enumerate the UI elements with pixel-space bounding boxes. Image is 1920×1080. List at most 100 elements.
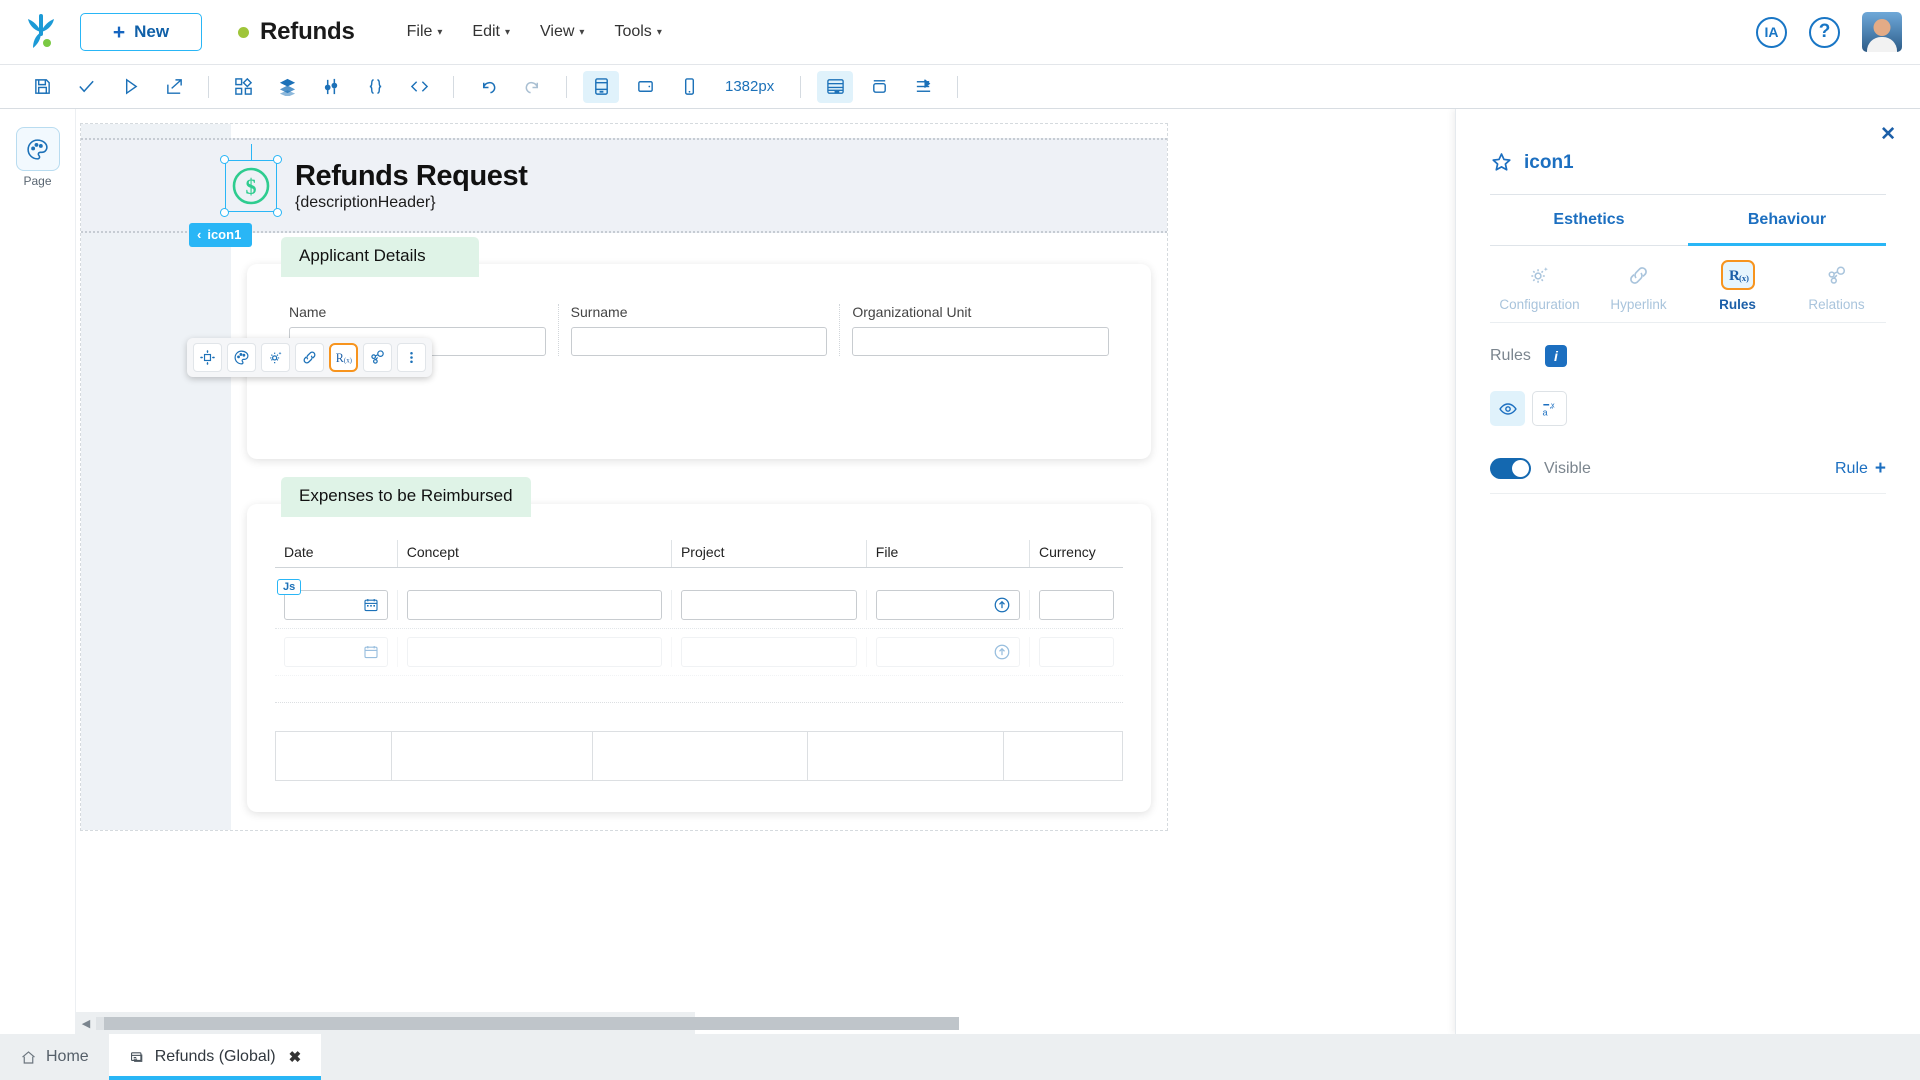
- info-icon[interactable]: i: [1544, 345, 1567, 367]
- chevron-down-icon: ▾: [505, 26, 511, 38]
- subtab-label: Configuration: [1499, 297, 1580, 312]
- cell-project[interactable]: [672, 590, 867, 620]
- currency-input[interactable]: [1038, 637, 1114, 667]
- new-button[interactable]: + New: [80, 13, 202, 51]
- expression-braces-icon[interactable]: [357, 71, 393, 103]
- relations-icon[interactable]: [363, 343, 392, 372]
- layers-stack-icon[interactable]: [269, 71, 305, 103]
- deploy-export-icon[interactable]: [156, 71, 192, 103]
- summary-cell[interactable]: [275, 731, 391, 781]
- desktop-view-icon[interactable]: [583, 70, 619, 103]
- settings-gear-icon[interactable]: [261, 343, 290, 372]
- surname-input[interactable]: [570, 327, 828, 356]
- help-button[interactable]: ?: [1809, 16, 1840, 48]
- app-logo-icon[interactable]: [18, 9, 64, 55]
- summary-cell[interactable]: [1002, 731, 1123, 781]
- run-play-icon[interactable]: [112, 71, 148, 103]
- palette-icon[interactable]: [227, 343, 256, 372]
- eye-visibility-icon[interactable]: [1490, 391, 1525, 426]
- summary-cell[interactable]: [390, 731, 593, 781]
- form-header-band: $ Refunds Request {descriptionHeader} ‹: [81, 138, 1167, 247]
- data-model-icon[interactable]: [313, 71, 349, 103]
- cell-file[interactable]: [867, 637, 1030, 667]
- cell-file[interactable]: [867, 590, 1030, 620]
- rules-rx-icon[interactable]: R (x): [329, 343, 358, 372]
- file-upload-input[interactable]: [875, 637, 1020, 667]
- subtab-label: Rules: [1719, 297, 1756, 312]
- resize-handle[interactable]: [273, 154, 282, 164]
- validate-check-icon[interactable]: [68, 71, 104, 103]
- menu-tools[interactable]: Tools ▾: [614, 23, 661, 41]
- section-title-pill: Expenses to be Reimbursed: [281, 477, 531, 517]
- resize-handle[interactable]: [220, 154, 229, 164]
- plus-icon: +: [1874, 458, 1886, 479]
- currency-input[interactable]: [1038, 590, 1114, 620]
- container-icon[interactable]: [861, 71, 897, 103]
- viewport-size-label[interactable]: 1382px: [725, 78, 774, 95]
- subtab-hyperlink[interactable]: Hyperlink: [1589, 260, 1688, 312]
- avatar[interactable]: [1862, 12, 1902, 52]
- more-options-icon[interactable]: [397, 343, 426, 372]
- selection-breadcrumb-badge[interactable]: ‹ icon1: [189, 223, 253, 247]
- cell-project[interactable]: [672, 637, 867, 667]
- tab-behaviour[interactable]: Behaviour: [1688, 195, 1886, 246]
- resize-handle[interactable]: [273, 207, 282, 217]
- form-header-text: Refunds Request {descriptionHeader}: [295, 160, 528, 212]
- properties-panel: ✕ icon1 Esthetics Behaviour Configuratio…: [1455, 109, 1920, 1034]
- js-script-badge[interactable]: Js: [277, 579, 302, 595]
- add-rule-label: Rule: [1834, 459, 1868, 477]
- resize-handle[interactable]: [220, 207, 229, 217]
- cell-currency[interactable]: [1030, 590, 1123, 620]
- subtab-configuration[interactable]: Configuration: [1490, 260, 1589, 312]
- selected-icon-wrapper[interactable]: $: [220, 143, 282, 217]
- components-grid-icon[interactable]: [225, 71, 261, 103]
- hyperlink-icon[interactable]: [295, 343, 324, 372]
- organizational-unit-input[interactable]: [852, 327, 1110, 356]
- bottom-tab-home[interactable]: Home: [0, 1034, 109, 1080]
- summary-cell[interactable]: [806, 731, 1003, 781]
- section-expenses: Expenses to be Reimbursed Date Concept P…: [247, 477, 1151, 812]
- ia-assistant-button[interactable]: IA: [1756, 16, 1787, 48]
- file-upload-input[interactable]: [875, 590, 1020, 620]
- rail-item-page[interactable]: Page: [15, 127, 60, 188]
- move-icon[interactable]: [193, 343, 222, 372]
- date-input[interactable]: [284, 637, 388, 667]
- redo-icon[interactable]: [514, 71, 550, 103]
- scrollbar-track[interactable]: [96, 1016, 959, 1030]
- subtab-relations[interactable]: Relations: [1787, 260, 1886, 312]
- cell-concept[interactable]: [398, 590, 672, 620]
- horizontal-scrollbar[interactable]: ◀ ▶: [76, 1012, 959, 1034]
- editor-body: Page $ Refunds Request {descriptionHeade…: [0, 109, 1920, 1034]
- close-icon[interactable]: ✕: [1880, 125, 1896, 144]
- subtab-rules[interactable]: R (x) Rules: [1688, 260, 1787, 312]
- project-input[interactable]: [680, 637, 857, 667]
- close-icon[interactable]: ✖: [289, 1048, 302, 1066]
- summary-cell[interactable]: [592, 731, 807, 781]
- menu-view[interactable]: View ▾: [540, 23, 584, 41]
- menu-file[interactable]: File ▾: [407, 23, 443, 41]
- tablet-view-icon[interactable]: [627, 71, 663, 103]
- scroll-left-arrow[interactable]: ◀: [76, 1017, 96, 1030]
- value-expression-icon[interactable]: x a ": [1532, 391, 1567, 426]
- cell-concept[interactable]: [398, 637, 672, 667]
- bottom-tab-refunds[interactable]: Refunds (Global) ✖: [108, 1034, 322, 1080]
- concept-input[interactable]: [406, 637, 662, 667]
- scrollbar-thumb[interactable]: [104, 1016, 959, 1030]
- svg-text:(x): (x): [1739, 273, 1749, 283]
- undo-icon[interactable]: [470, 71, 506, 103]
- tab-esthetics[interactable]: Esthetics: [1490, 195, 1688, 246]
- align-icon[interactable]: [905, 71, 941, 103]
- menu-edit[interactable]: Edit ▾: [472, 23, 510, 41]
- concept-input[interactable]: [406, 590, 662, 620]
- mobile-view-icon[interactable]: [671, 71, 707, 103]
- source-code-icon[interactable]: [401, 71, 437, 103]
- design-canvas[interactable]: $ Refunds Request {descriptionHeader} ‹: [80, 123, 1168, 831]
- add-rule-button[interactable]: Rule +: [1835, 459, 1886, 478]
- project-input[interactable]: [680, 590, 857, 620]
- grid-layout-icon[interactable]: [817, 70, 854, 103]
- cell-date[interactable]: [275, 637, 398, 667]
- visible-toggle[interactable]: [1490, 458, 1531, 479]
- save-icon[interactable]: [24, 71, 60, 103]
- panel-tabs: Esthetics Behaviour: [1490, 195, 1886, 246]
- cell-currency[interactable]: [1030, 637, 1123, 667]
